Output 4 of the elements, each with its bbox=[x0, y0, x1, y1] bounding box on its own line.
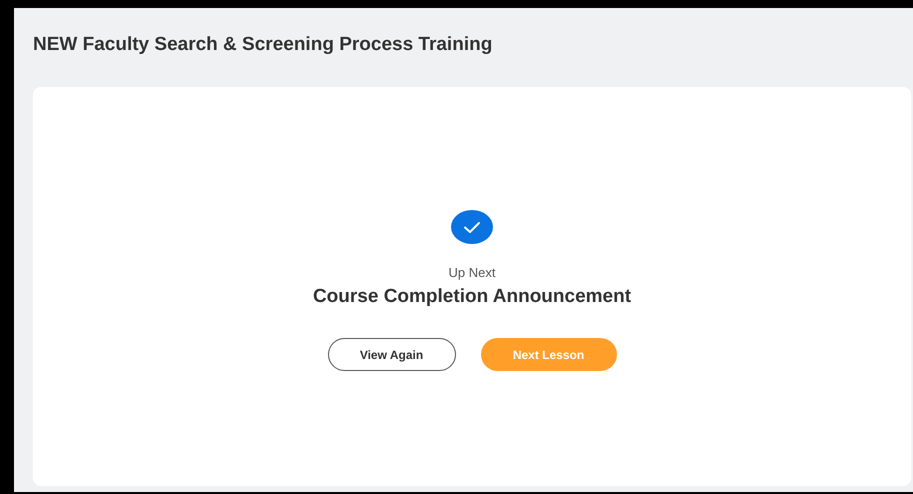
up-next-label: Up Next bbox=[448, 265, 496, 280]
next-lesson-title: Course Completion Announcement bbox=[312, 286, 632, 308]
course-title: NEW Faculty Search & Screening Process Training bbox=[33, 33, 494, 57]
view-again-button[interactable]: View Again bbox=[328, 338, 456, 371]
